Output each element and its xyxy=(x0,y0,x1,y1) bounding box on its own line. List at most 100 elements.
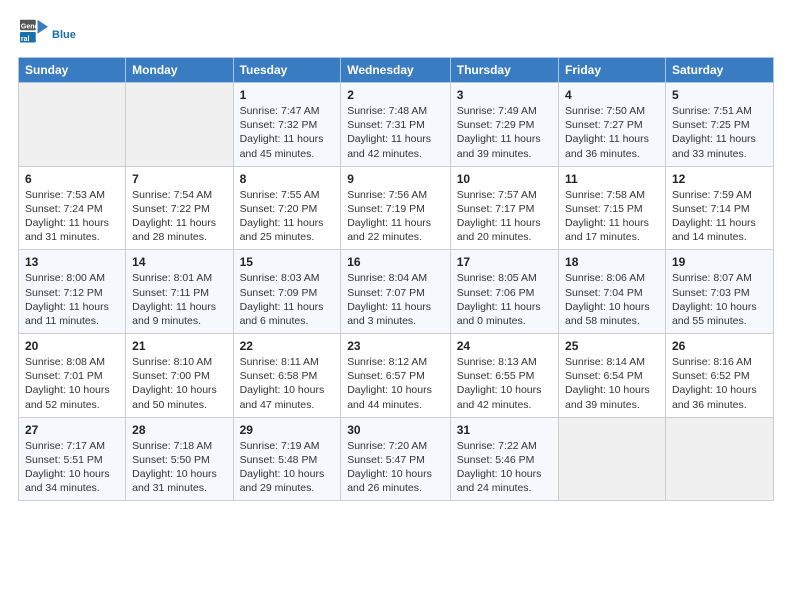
day-number: 28 xyxy=(132,423,226,437)
day-detail: Sunrise: 7:18 AM Sunset: 5:50 PM Dayligh… xyxy=(132,439,226,496)
day-number: 13 xyxy=(25,255,119,269)
svg-text:ral: ral xyxy=(21,36,30,43)
day-number: 4 xyxy=(565,88,659,102)
weekday-header-tuesday: Tuesday xyxy=(233,58,341,83)
day-number: 30 xyxy=(347,423,444,437)
calendar-week-row: 20 Sunrise: 8:08 AM Sunset: 7:01 PM Dayli… xyxy=(19,334,774,418)
day-detail: Sunrise: 7:47 AM Sunset: 7:32 PM Dayligh… xyxy=(240,104,335,161)
day-detail: Sunrise: 8:06 AM Sunset: 7:04 PM Dayligh… xyxy=(565,271,659,328)
calendar-cell: 17Sunrise: 8:05 AM Sunset: 7:06 PM Dayli… xyxy=(450,250,558,334)
day-number: 1 xyxy=(240,88,335,102)
day-detail: Sunrise: 8:07 AM Sunset: 7:03 PM Dayligh… xyxy=(672,271,767,328)
day-number: 31 xyxy=(457,423,552,437)
logo: Gene ral Blue xyxy=(18,18,76,51)
day-detail: Sunrise: 7:20 AM Sunset: 5:47 PM Dayligh… xyxy=(347,439,444,496)
calendar-cell: 19 Sunrise: 8:07 AM Sunset: 7:03 PM Dayli… xyxy=(665,250,773,334)
day-number: 10 xyxy=(457,172,552,186)
weekday-header-friday: Friday xyxy=(559,58,666,83)
calendar-cell: 23Sunrise: 8:12 AM Sunset: 6:57 PM Dayli… xyxy=(341,334,451,418)
svg-text:Gene: Gene xyxy=(21,24,39,31)
day-detail: Sunrise: 8:16 AM Sunset: 6:52 PM Dayligh… xyxy=(672,355,767,412)
day-number: 15 xyxy=(240,255,335,269)
day-number: 8 xyxy=(240,172,335,186)
day-detail: Sunrise: 7:50 AM Sunset: 7:27 PM Dayligh… xyxy=(565,104,659,161)
calendar-cell xyxy=(665,417,773,501)
calendar-cell xyxy=(126,83,233,167)
calendar-cell: 21 Sunrise: 8:10 AM Sunset: 7:00 PM Dayli… xyxy=(126,334,233,418)
day-number: 26 xyxy=(672,339,767,353)
calendar-cell: 30 Sunrise: 7:20 AM Sunset: 5:47 PM Dayli… xyxy=(341,417,451,501)
day-detail: Sunrise: 8:00 AM Sunset: 7:12 PM Dayligh… xyxy=(25,271,119,328)
calendar-cell: 3Sunrise: 7:49 AM Sunset: 7:29 PM Daylig… xyxy=(450,83,558,167)
day-number: 11 xyxy=(565,172,659,186)
day-number: 21 xyxy=(132,339,226,353)
day-number: 5 xyxy=(672,88,767,102)
day-detail: Sunrise: 8:10 AM Sunset: 7:00 PM Dayligh… xyxy=(132,355,226,412)
day-number: 16 xyxy=(347,255,444,269)
calendar-cell: 28 Sunrise: 7:18 AM Sunset: 5:50 PM Dayli… xyxy=(126,417,233,501)
calendar-cell: 8 Sunrise: 7:55 AM Sunset: 7:20 PM Daylig… xyxy=(233,166,341,250)
weekday-header-saturday: Saturday xyxy=(665,58,773,83)
day-number: 29 xyxy=(240,423,335,437)
calendar-cell: 6 Sunrise: 7:53 AM Sunset: 7:24 PM Daylig… xyxy=(19,166,126,250)
day-detail: Sunrise: 7:51 AM Sunset: 7:25 PM Dayligh… xyxy=(672,104,767,161)
day-number: 22 xyxy=(240,339,335,353)
day-detail: Sunrise: 8:14 AM Sunset: 6:54 PM Dayligh… xyxy=(565,355,659,412)
calendar-cell: 31Sunrise: 7:22 AM Sunset: 5:46 PM Dayli… xyxy=(450,417,558,501)
weekday-header-thursday: Thursday xyxy=(450,58,558,83)
day-detail: Sunrise: 7:54 AM Sunset: 7:22 PM Dayligh… xyxy=(132,188,226,245)
calendar-table: SundayMondayTuesdayWednesdayThursdayFrid… xyxy=(18,57,774,501)
weekday-header-monday: Monday xyxy=(126,58,233,83)
calendar-week-row: 13 Sunrise: 8:00 AM Sunset: 7:12 PM Dayli… xyxy=(19,250,774,334)
day-number: 9 xyxy=(347,172,444,186)
calendar-cell: 29 Sunrise: 7:19 AM Sunset: 5:48 PM Dayli… xyxy=(233,417,341,501)
day-detail: Sunrise: 8:04 AM Sunset: 7:07 PM Dayligh… xyxy=(347,271,444,328)
calendar-cell: 26 Sunrise: 8:16 AM Sunset: 6:52 PM Dayli… xyxy=(665,334,773,418)
calendar-cell xyxy=(559,417,666,501)
day-detail: Sunrise: 8:11 AM Sunset: 6:58 PM Dayligh… xyxy=(240,355,335,412)
day-detail: Sunrise: 7:49 AM Sunset: 7:29 PM Dayligh… xyxy=(457,104,552,161)
calendar-cell: 24Sunrise: 8:13 AM Sunset: 6:55 PM Dayli… xyxy=(450,334,558,418)
day-number: 25 xyxy=(565,339,659,353)
day-detail: Sunrise: 8:08 AM Sunset: 7:01 PM Dayligh… xyxy=(25,355,119,412)
calendar-cell: 20 Sunrise: 8:08 AM Sunset: 7:01 PM Dayli… xyxy=(19,334,126,418)
day-number: 19 xyxy=(672,255,767,269)
day-detail: Sunrise: 7:19 AM Sunset: 5:48 PM Dayligh… xyxy=(240,439,335,496)
day-detail: Sunrise: 7:55 AM Sunset: 7:20 PM Dayligh… xyxy=(240,188,335,245)
day-detail: Sunrise: 8:01 AM Sunset: 7:11 PM Dayligh… xyxy=(132,271,226,328)
calendar-cell xyxy=(19,83,126,167)
day-detail: Sunrise: 7:57 AM Sunset: 7:17 PM Dayligh… xyxy=(457,188,552,245)
calendar-cell: 7 Sunrise: 7:54 AM Sunset: 7:22 PM Daylig… xyxy=(126,166,233,250)
page-header: Gene ral Blue xyxy=(18,18,774,51)
day-detail: Sunrise: 8:03 AM Sunset: 7:09 PM Dayligh… xyxy=(240,271,335,328)
logo-icon: Gene ral xyxy=(20,18,48,46)
calendar-cell: 12Sunrise: 7:59 AM Sunset: 7:14 PM Dayli… xyxy=(665,166,773,250)
calendar-page: Gene ral Blue SundayMondayTuesdayWednesd… xyxy=(0,0,792,519)
calendar-cell: 5 Sunrise: 7:51 AM Sunset: 7:25 PM Daylig… xyxy=(665,83,773,167)
day-number: 18 xyxy=(565,255,659,269)
logo-tagline: Blue xyxy=(52,29,76,41)
weekday-header-wednesday: Wednesday xyxy=(341,58,451,83)
calendar-week-row: 27Sunrise: 7:17 AM Sunset: 5:51 PM Dayli… xyxy=(19,417,774,501)
calendar-cell: 4 Sunrise: 7:50 AM Sunset: 7:27 PM Daylig… xyxy=(559,83,666,167)
day-number: 2 xyxy=(347,88,444,102)
calendar-cell: 27Sunrise: 7:17 AM Sunset: 5:51 PM Dayli… xyxy=(19,417,126,501)
day-detail: Sunrise: 7:59 AM Sunset: 7:14 PM Dayligh… xyxy=(672,188,767,245)
calendar-cell: 2Sunrise: 7:48 AM Sunset: 7:31 PM Daylig… xyxy=(341,83,451,167)
calendar-week-row: 1 Sunrise: 7:47 AM Sunset: 7:32 PM Daylig… xyxy=(19,83,774,167)
calendar-cell: 22 Sunrise: 8:11 AM Sunset: 6:58 PM Dayli… xyxy=(233,334,341,418)
weekday-header-row: SundayMondayTuesdayWednesdayThursdayFrid… xyxy=(19,58,774,83)
calendar-cell: 16 Sunrise: 8:04 AM Sunset: 7:07 PM Dayli… xyxy=(341,250,451,334)
day-detail: Sunrise: 7:58 AM Sunset: 7:15 PM Dayligh… xyxy=(565,188,659,245)
day-number: 7 xyxy=(132,172,226,186)
weekday-header-sunday: Sunday xyxy=(19,58,126,83)
day-detail: Sunrise: 8:13 AM Sunset: 6:55 PM Dayligh… xyxy=(457,355,552,412)
calendar-cell: 14 Sunrise: 8:01 AM Sunset: 7:11 PM Dayli… xyxy=(126,250,233,334)
day-number: 20 xyxy=(25,339,119,353)
calendar-cell: 1 Sunrise: 7:47 AM Sunset: 7:32 PM Daylig… xyxy=(233,83,341,167)
day-detail: Sunrise: 8:05 AM Sunset: 7:06 PM Dayligh… xyxy=(457,271,552,328)
day-detail: Sunrise: 7:53 AM Sunset: 7:24 PM Dayligh… xyxy=(25,188,119,245)
calendar-cell: 18 Sunrise: 8:06 AM Sunset: 7:04 PM Dayli… xyxy=(559,250,666,334)
day-number: 6 xyxy=(25,172,119,186)
day-number: 14 xyxy=(132,255,226,269)
